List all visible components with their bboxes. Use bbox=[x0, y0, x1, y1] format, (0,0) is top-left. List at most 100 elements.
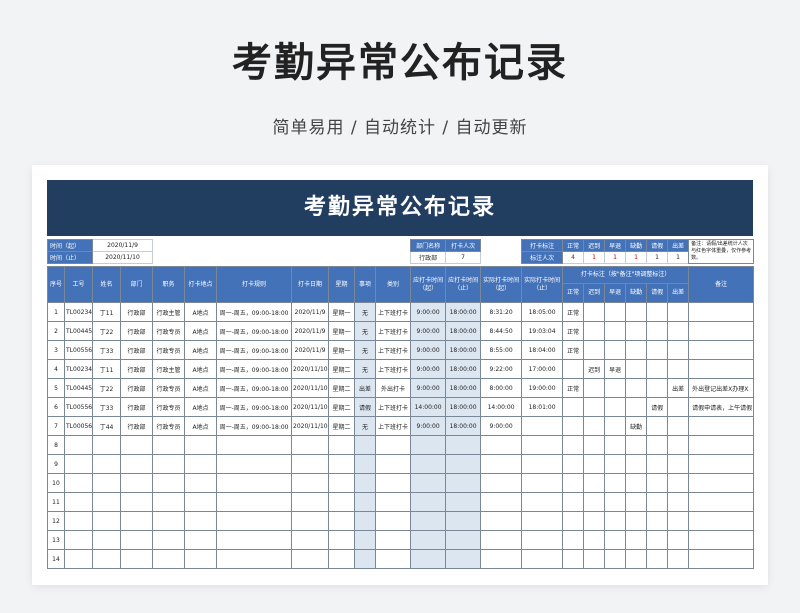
cell-type[interactable] bbox=[375, 435, 412, 455]
cell-remark[interactable] bbox=[688, 473, 755, 493]
cell-seq[interactable]: 7 bbox=[47, 416, 65, 436]
cell-normal[interactable] bbox=[562, 454, 585, 474]
cell-date[interactable]: 2020/11/10 bbox=[291, 397, 330, 417]
cell-normal[interactable] bbox=[562, 359, 585, 379]
cell-name[interactable]: 丁11 bbox=[92, 302, 122, 322]
cell-actual-end[interactable]: 18:04:00 bbox=[521, 340, 564, 360]
cell-weekday[interactable] bbox=[328, 492, 356, 512]
cell-location[interactable]: A地点 bbox=[184, 340, 218, 360]
cell-leave[interactable] bbox=[646, 530, 669, 550]
cell-weekday[interactable] bbox=[328, 530, 356, 550]
cell-early[interactable] bbox=[604, 416, 627, 436]
cell-remark[interactable] bbox=[688, 321, 755, 341]
cell-dept[interactable] bbox=[120, 492, 154, 512]
cell-remark[interactable] bbox=[688, 454, 755, 474]
cell-actual-start[interactable] bbox=[480, 473, 523, 493]
cell-weekday[interactable] bbox=[328, 549, 356, 569]
cell-leave[interactable] bbox=[646, 473, 669, 493]
cell-date[interactable] bbox=[291, 492, 330, 512]
cell-actual-end[interactable] bbox=[521, 530, 564, 550]
cell-should-end[interactable]: 18:00:00 bbox=[445, 340, 482, 360]
cell-should-end[interactable] bbox=[445, 492, 482, 512]
cell-position[interactable] bbox=[152, 549, 186, 569]
cell-should-end[interactable] bbox=[445, 435, 482, 455]
cell-name[interactable] bbox=[92, 435, 122, 455]
cell-position[interactable] bbox=[152, 511, 186, 531]
cell-remark[interactable] bbox=[688, 340, 755, 360]
cell-should-end[interactable] bbox=[445, 473, 482, 493]
cell-weekday[interactable] bbox=[328, 511, 356, 531]
cell-matter[interactable]: 无 bbox=[354, 416, 377, 436]
cell-matter[interactable]: 无 bbox=[354, 359, 377, 379]
cell-dept[interactable]: 行政部 bbox=[120, 302, 154, 322]
cell-location[interactable]: A地点 bbox=[184, 321, 218, 341]
cell-trip[interactable] bbox=[667, 454, 690, 474]
cell-absent[interactable] bbox=[625, 435, 648, 455]
cell-position[interactable]: 行政专员 bbox=[152, 416, 186, 436]
cell-seq[interactable]: 5 bbox=[47, 378, 65, 398]
cell-location[interactable] bbox=[184, 473, 218, 493]
cell-rule[interactable]: 周一-周五，09:00-18:00 bbox=[216, 302, 293, 322]
cell-actual-start[interactable]: 9:22:00 bbox=[480, 359, 523, 379]
cell-late[interactable] bbox=[583, 473, 606, 493]
cell-position[interactable]: 行政主管 bbox=[152, 302, 186, 322]
cell-rule[interactable] bbox=[216, 454, 293, 474]
cell-seq[interactable]: 1 bbox=[47, 302, 65, 322]
cell-date[interactable] bbox=[291, 530, 330, 550]
cell-early[interactable] bbox=[604, 530, 627, 550]
cell-name[interactable] bbox=[92, 473, 122, 493]
cell-name[interactable]: 丁33 bbox=[92, 340, 122, 360]
cell-matter[interactable] bbox=[354, 492, 377, 512]
cell-matter[interactable] bbox=[354, 549, 377, 569]
cell-early[interactable] bbox=[604, 340, 627, 360]
cell-date[interactable]: 2020/11/10 bbox=[291, 416, 330, 436]
cell-actual-start[interactable]: 8:55:00 bbox=[480, 340, 523, 360]
cell-location[interactable] bbox=[184, 549, 218, 569]
cell-should-start[interactable] bbox=[410, 492, 447, 512]
cell-position[interactable]: 行政专员 bbox=[152, 397, 186, 417]
cell-position[interactable]: 行政专员 bbox=[152, 321, 186, 341]
cell-leave[interactable] bbox=[646, 511, 669, 531]
cell-rule[interactable]: 周一-周五，09:00-18:00 bbox=[216, 397, 293, 417]
cell-dept[interactable] bbox=[120, 549, 154, 569]
cell-normal[interactable] bbox=[562, 435, 585, 455]
cell-late[interactable] bbox=[583, 340, 606, 360]
cell-remark[interactable] bbox=[688, 435, 755, 455]
cell-dept[interactable] bbox=[120, 435, 154, 455]
cell-trip[interactable] bbox=[667, 435, 690, 455]
cell-actual-start[interactable] bbox=[480, 492, 523, 512]
cell-rule[interactable] bbox=[216, 530, 293, 550]
cell-should-end[interactable] bbox=[445, 511, 482, 531]
cell-absent[interactable]: 缺勤 bbox=[625, 416, 648, 436]
cell-date[interactable]: 2020/11/10 bbox=[291, 378, 330, 398]
cell-name[interactable] bbox=[92, 492, 122, 512]
cell-trip[interactable] bbox=[667, 511, 690, 531]
cell-remark[interactable] bbox=[688, 530, 755, 550]
cell-leave[interactable] bbox=[646, 454, 669, 474]
cell-leave[interactable] bbox=[646, 378, 669, 398]
cell-actual-start[interactable]: 8:44:50 bbox=[480, 321, 523, 341]
cell-should-start[interactable]: 14:00:00 bbox=[410, 397, 447, 417]
cell-type[interactable]: 上下班打卡 bbox=[375, 302, 412, 322]
cell-seq[interactable]: 4 bbox=[47, 359, 65, 379]
cell-actual-start[interactable] bbox=[480, 549, 523, 569]
cell-matter[interactable] bbox=[354, 473, 377, 493]
cell-remark[interactable] bbox=[688, 549, 755, 569]
cell-actual-start[interactable] bbox=[480, 435, 523, 455]
cell-location[interactable]: A地点 bbox=[184, 378, 218, 398]
cell-seq[interactable]: 2 bbox=[47, 321, 65, 341]
cell-position[interactable]: 行政专员 bbox=[152, 378, 186, 398]
cell-position[interactable] bbox=[152, 454, 186, 474]
cell-matter[interactable]: 无 bbox=[354, 302, 377, 322]
cell-matter[interactable] bbox=[354, 435, 377, 455]
cell-late[interactable] bbox=[583, 378, 606, 398]
cell-early[interactable] bbox=[604, 302, 627, 322]
cell-date[interactable] bbox=[291, 435, 330, 455]
cell-early[interactable] bbox=[604, 492, 627, 512]
cell-rule[interactable]: 周一-周五，09:00-18:00 bbox=[216, 378, 293, 398]
cell-absent[interactable] bbox=[625, 530, 648, 550]
cell-seq[interactable]: 10 bbox=[47, 473, 65, 493]
cell-type[interactable] bbox=[375, 549, 412, 569]
cell-late[interactable] bbox=[583, 416, 606, 436]
cell-leave[interactable] bbox=[646, 321, 669, 341]
